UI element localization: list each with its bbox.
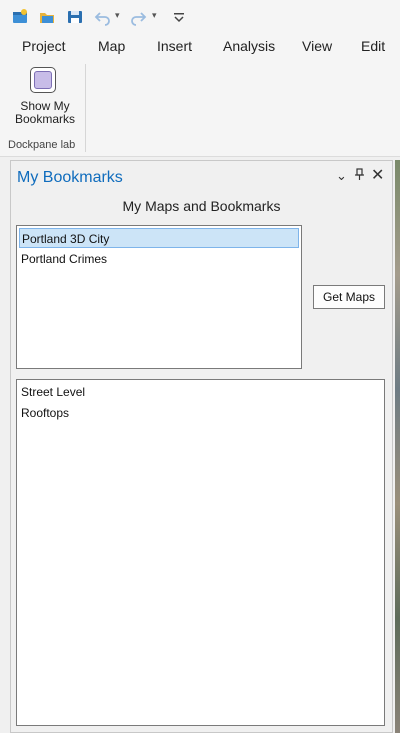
get-maps-button[interactable]: Get Maps [313, 285, 385, 309]
tab-edit[interactable]: Edit [361, 38, 385, 54]
list-item[interactable]: Portland Crimes [19, 249, 299, 269]
tab-project[interactable]: Project [22, 38, 66, 54]
maps-listbox[interactable]: Portland 3D City Portland Crimes [16, 225, 302, 369]
dockpane-icon-fill [34, 71, 52, 89]
map-view-edge [395, 160, 400, 733]
close-icon[interactable]: ✕ [371, 165, 384, 185]
tab-analysis[interactable]: Analysis [223, 38, 275, 54]
bookmarks-listbox[interactable]: Street Level Rooftops [16, 379, 385, 726]
tab-view[interactable]: View [302, 38, 332, 54]
chevron-down-icon[interactable]: ⌄ [336, 168, 347, 184]
pane-title: My Bookmarks [17, 169, 123, 186]
list-item[interactable]: Rooftops [19, 403, 382, 423]
tab-map[interactable]: Map [98, 38, 125, 54]
undo-dropdown-icon[interactable]: ▾ [115, 10, 120, 21]
customize-icon[interactable] [168, 6, 190, 28]
redo-dropdown-icon[interactable]: ▾ [152, 10, 157, 21]
redo-icon[interactable] [127, 6, 149, 28]
pane-subtitle: My Maps and Bookmarks [122, 198, 281, 214]
open-project-icon[interactable] [36, 6, 58, 28]
show-my-bookmarks-label-line2: Bookmarks [14, 112, 76, 126]
new-project-icon[interactable] [9, 6, 31, 28]
save-project-icon[interactable] [64, 6, 86, 28]
tab-insert[interactable]: Insert [157, 38, 192, 54]
pin-icon[interactable] [354, 168, 365, 184]
quick-access-toolbar [0, 0, 400, 34]
list-item[interactable]: Street Level [19, 382, 382, 402]
ribbon-divider [85, 64, 86, 152]
undo-icon[interactable] [92, 6, 114, 28]
list-item[interactable]: Portland 3D City [19, 228, 299, 248]
ribbon-group-label: Dockpane lab [8, 139, 76, 151]
